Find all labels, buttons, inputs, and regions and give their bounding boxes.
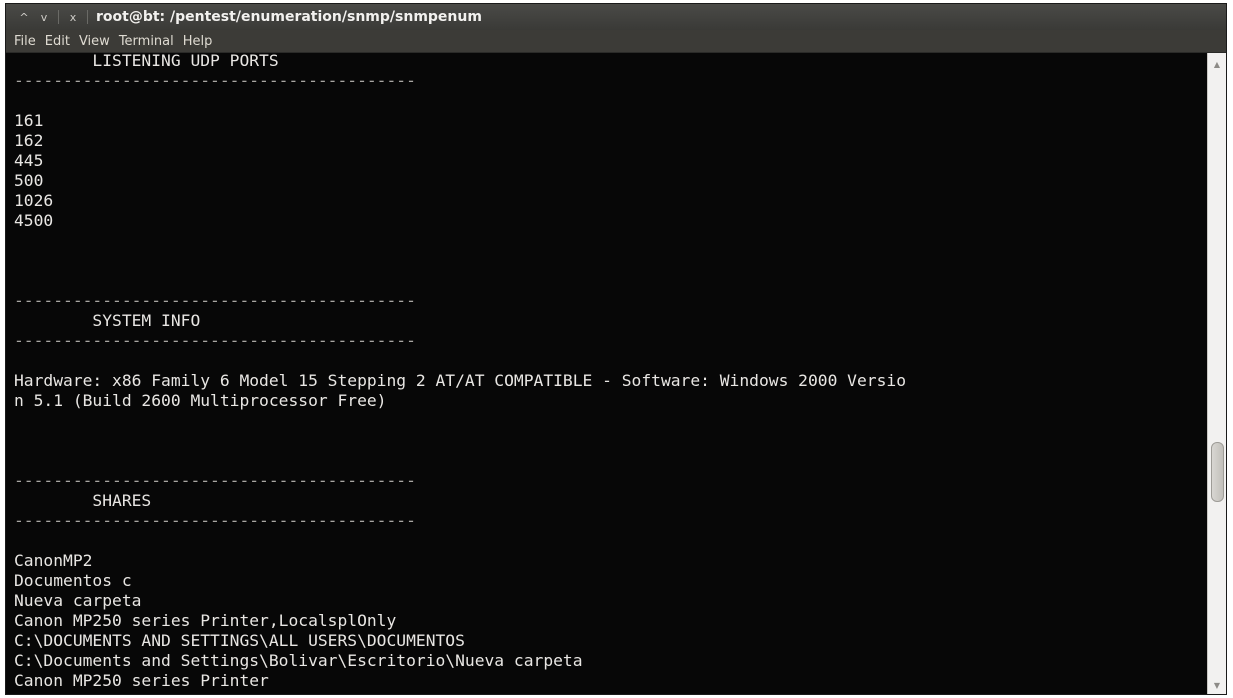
terminal-line: ----------------------------------------…	[14, 71, 416, 90]
vertical-scrollbar[interactable]: ▲ ▼	[1207, 53, 1226, 694]
terminal-line: C:\DOCUMENTS AND SETTINGS\ALL USERS\DOCU…	[14, 631, 465, 650]
terminal-window: ^ v x root@bt: /pentest/enumeration/snmp…	[6, 4, 1226, 694]
close-icon[interactable]: x	[65, 9, 81, 25]
terminal-line: 161	[14, 111, 44, 130]
terminal-line: Nueva carpeta	[14, 591, 142, 610]
terminal-line: 1026	[14, 191, 54, 210]
terminal-line: Hardware: x86 Family 6 Model 15 Stepping…	[14, 371, 906, 390]
terminal-line: 4500	[14, 211, 54, 230]
window-controls: ^ v x	[6, 9, 90, 25]
terminal-line: Documentos c	[14, 571, 132, 590]
terminal-line: 162	[14, 131, 44, 150]
title-bar[interactable]: ^ v x root@bt: /pentest/enumeration/snmp…	[6, 4, 1226, 30]
menu-view[interactable]: View	[75, 34, 114, 49]
window-title: root@bt: /pentest/enumeration/snmp/snmpe…	[96, 9, 482, 25]
terminal-line: ----------------------------------------…	[14, 331, 416, 350]
terminal-line: C:\Documents and Settings\Bolivar\Escrit…	[14, 651, 583, 670]
terminal-line: SHARES	[14, 491, 152, 510]
terminal-text: LISTENING UDP PORTS ---------------------…	[6, 53, 1208, 691]
controls-divider	[58, 10, 59, 24]
menu-edit[interactable]: Edit	[41, 34, 74, 49]
maximize-icon[interactable]: v	[36, 9, 52, 25]
terminal-line: ----------------------------------------…	[14, 471, 416, 490]
menu-bar: File Edit View Terminal Help	[6, 30, 1226, 53]
terminal-output[interactable]: LISTENING UDP PORTS ---------------------…	[6, 53, 1208, 694]
terminal-line: Canon MP250 series Printer	[14, 671, 269, 690]
terminal-line: LISTENING UDP PORTS	[14, 53, 279, 70]
menu-terminal[interactable]: Terminal	[115, 34, 178, 49]
terminal-line: ----------------------------------------…	[14, 291, 416, 310]
terminal-line: n 5.1 (Build 2600 Multiprocessor Free)	[14, 391, 387, 410]
terminal-line: 500	[14, 171, 44, 190]
terminal-line: SYSTEM INFO	[14, 311, 201, 330]
menu-file[interactable]: File	[10, 34, 40, 49]
chevron-up-icon[interactable]: ▲	[1208, 57, 1226, 71]
chevron-down-icon[interactable]: ▼	[1208, 678, 1226, 692]
minimize-icon[interactable]: ^	[16, 9, 32, 25]
title-divider	[87, 10, 88, 24]
terminal-line: CanonMP2	[14, 551, 93, 570]
scrollbar-thumb[interactable]	[1211, 442, 1224, 503]
terminal-line: Canon MP250 series Printer,LocalsplOnly	[14, 611, 397, 630]
terminal-line: 445	[14, 151, 44, 170]
terminal-line: ----------------------------------------…	[14, 511, 416, 530]
menu-help[interactable]: Help	[179, 34, 217, 49]
